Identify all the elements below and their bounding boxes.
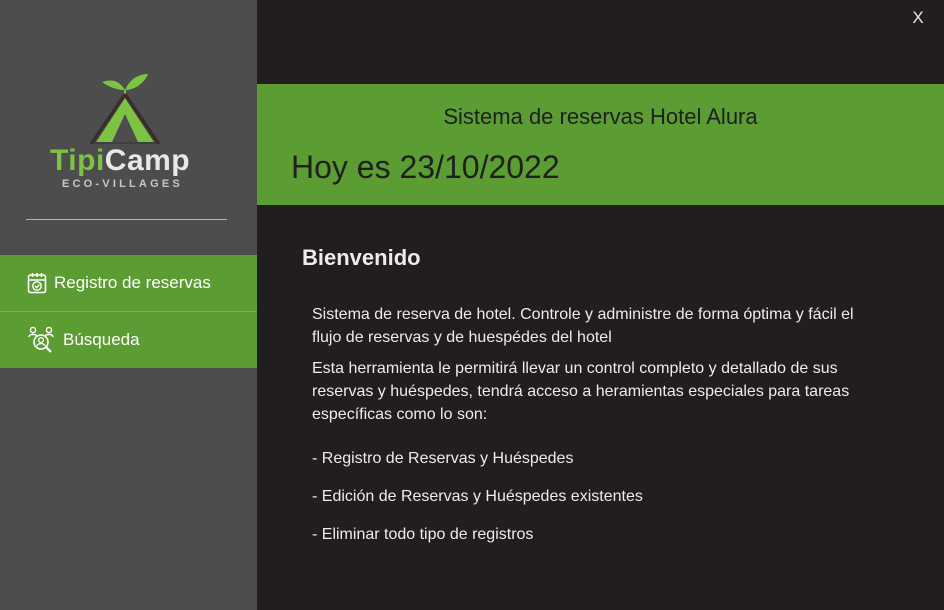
logo-name-camp: Camp [104,144,191,177]
tent-leaf-icon [89,74,161,145]
sidebar-item-label: Búsqueda [63,330,140,349]
current-date: Hoy es 23/10/2022 [291,149,560,185]
welcome-heading: Bienvenido [302,245,421,270]
close-button[interactable]: X [906,6,930,30]
logo-name: TipiCamp [50,144,200,178]
sidebar-item-busqueda[interactable]: Búsqueda [0,312,257,368]
sidebar: TipiCamp ECO-VILLAGES Registro de reserv… [0,0,257,610]
sidebar-item-label: Registro de reservas [54,273,211,292]
intro-paragraph: Sistema de reserva de hotel. Controle y … [312,306,854,346]
header-banner: Sistema de reservas Hotel Alura Hoy es 2… [257,84,944,205]
logo-name-tipi: Tipi [50,144,105,177]
logo-subtitle: ECO-VILLAGES [62,178,183,190]
feature-item: - Edición de Reservas y Huéspedes existe… [312,488,643,505]
user-search-icon [28,326,56,354]
tipicamp-logo: TipiCamp ECO-VILLAGES [40,70,210,200]
sidebar-divider [26,219,227,220]
calendar-check-icon [26,271,48,295]
description-paragraph: Esta herramienta le permitirá llevar un … [312,360,850,423]
feature-item: - Registro de Reservas y Huéspedes [312,450,574,467]
sidebar-item-registro[interactable]: Registro de reservas [0,255,257,311]
feature-item: - Eliminar todo tipo de registros [312,526,534,543]
page-title: Sistema de reservas Hotel Alura [443,104,758,129]
